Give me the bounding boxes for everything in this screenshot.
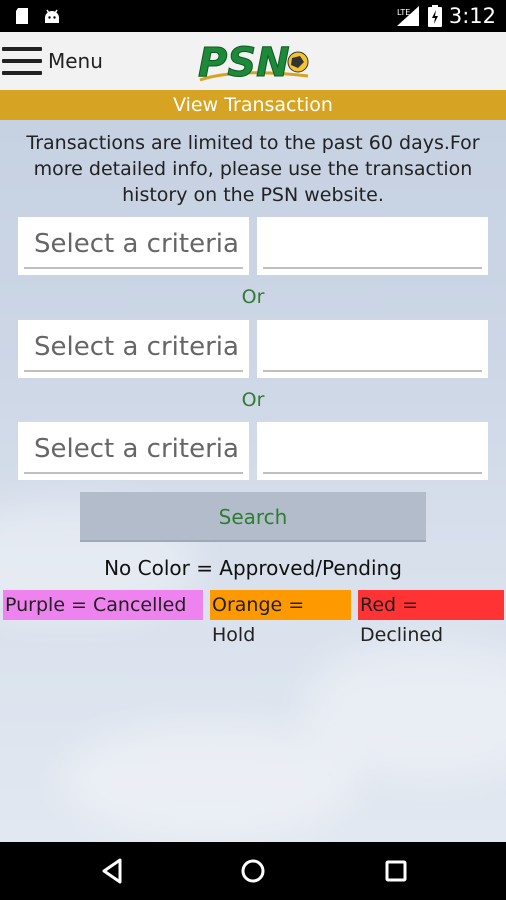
logo-text: PSN <box>198 40 290 84</box>
legend-badge-cancelled: Purple = Cancelled <box>3 590 203 620</box>
criteria-select-placeholder: Select a criteria <box>34 434 239 464</box>
recents-icon[interactable] <box>381 856 411 886</box>
criteria-select[interactable]: Select a criteria <box>18 422 249 480</box>
back-icon[interactable] <box>98 856 128 886</box>
menu-button[interactable]: Menu <box>2 44 103 78</box>
criteria-select-placeholder: Select a criteria <box>34 229 239 259</box>
status-bar: LTE 3:12 <box>0 0 506 32</box>
battery-icon <box>427 5 442 27</box>
clock: 3:12 <box>448 4 496 28</box>
or-label: Or <box>241 389 265 411</box>
criteria-value-input[interactable] <box>257 320 488 378</box>
criteria-select[interactable]: Select a criteria <box>18 217 249 275</box>
home-icon[interactable] <box>238 856 268 886</box>
menu-label: Menu <box>48 49 103 73</box>
legend-badge-hold: Orange = Hold <box>210 590 351 646</box>
sd-card-icon <box>16 8 28 24</box>
legend-badge-declined: Red = Declined <box>358 590 504 646</box>
android-icon <box>45 9 59 23</box>
transaction-notice: Transactions are limited to the past 60 … <box>26 132 480 206</box>
lte-signal-icon: LTE <box>396 6 419 26</box>
criteria-select[interactable]: Select a criteria <box>18 320 249 378</box>
criteria-select-placeholder: Select a criteria <box>34 332 239 362</box>
main-content: Transactions are limited to the past 60 … <box>0 120 506 842</box>
page-title: View Transaction <box>0 90 506 120</box>
legend-title: No Color = Approved/Pending <box>104 556 402 580</box>
criteria-value-input[interactable] <box>257 217 488 275</box>
criteria-row: Select a criteria <box>18 320 488 378</box>
network-label: LTE <box>397 8 410 17</box>
app-header: Menu PSN <box>0 32 506 90</box>
system-nav-bar <box>0 842 506 900</box>
search-button[interactable]: Search <box>80 492 426 542</box>
hamburger-icon <box>2 47 42 75</box>
criteria-row: Select a criteria <box>18 422 488 480</box>
or-label: Or <box>241 286 265 308</box>
psn-logo: PSN <box>198 40 309 84</box>
criteria-value-input[interactable] <box>257 422 488 480</box>
criteria-row: Select a criteria <box>18 217 488 275</box>
